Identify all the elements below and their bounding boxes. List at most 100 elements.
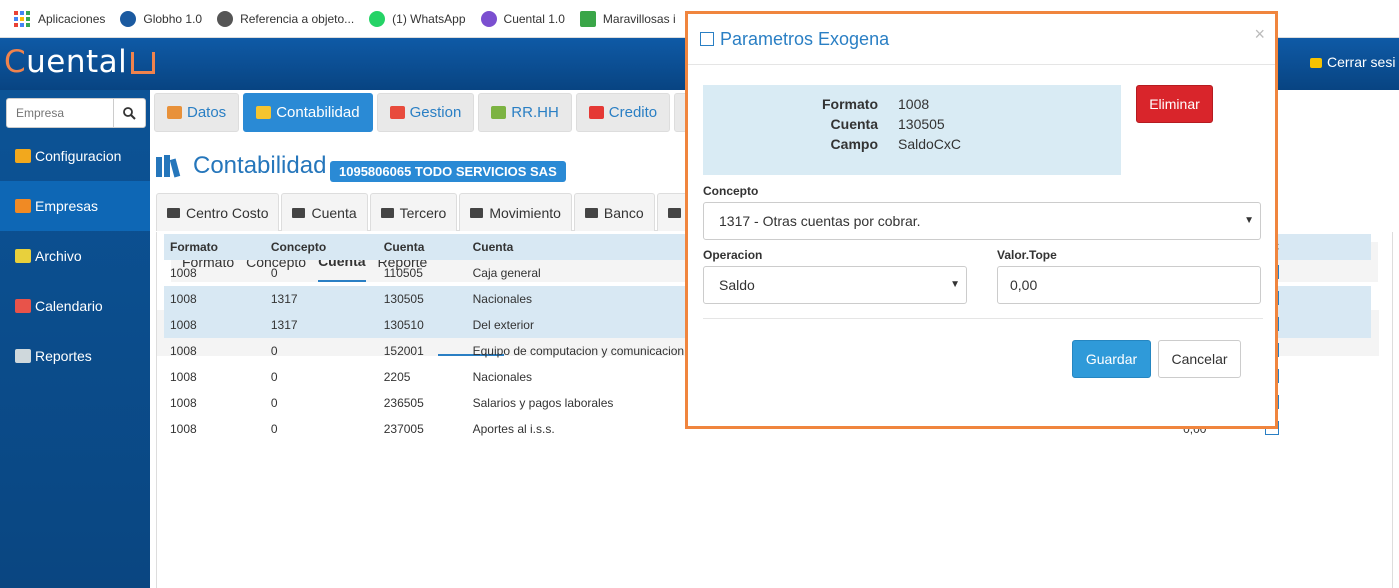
subtab-tercero[interactable]: Tercero [369,193,458,231]
cell-cuenta: 130510 [377,312,467,338]
bookmark-item[interactable]: Cuental 1.0 [480,10,565,27]
bookmark-item[interactable]: Maravillosas i [579,10,676,27]
col-cuenta: Cuenta [377,234,467,260]
books-icon [156,155,184,178]
tab-rr.hh[interactable]: RR.HH [478,93,572,132]
money-icon [584,207,598,218]
bar-chart-icon [15,199,31,213]
people-icon [491,106,507,119]
cell-concepto: 1317 [264,286,378,312]
concepto-selected-value: 1317 - Otras cuentas por cobrar. [719,213,921,229]
checkbox-edit-icon [700,32,714,46]
grid-icon [470,207,484,218]
concepto-select[interactable]: 1317 - Otras cuentas por cobrar. ▼ [703,202,1261,240]
cell-cuenta: 236505 [383,396,424,410]
company-badge: 1095806065 TODO SERVICIOS SAS [330,161,566,182]
page-title-text: Contabilidad [193,152,327,179]
sidebar-item-label: Archivo [35,248,82,264]
logo-house-icon [131,52,156,74]
cell-concepto: 0 [270,396,278,410]
sitemap-icon [167,207,180,218]
modal-header: Parametros Exogena × [688,14,1275,65]
parametros-exogena-modal: Parametros Exogena × Formato 1008 Cuenta… [685,11,1278,429]
book-icon [292,207,306,218]
blocks-icon [256,106,272,119]
delete-button[interactable]: Eliminar [1136,85,1213,123]
col-concepto: Concepto [264,234,378,260]
cell-formato: 1008 [170,266,197,280]
printer-icon [15,349,31,363]
page-title: Contabilidad [156,152,326,180]
cell-concepto: 1317 [264,312,378,338]
search-icon [123,106,136,120]
lock-icon [1310,58,1322,68]
bookmark-item[interactable]: Referencia a objeto... [217,10,355,27]
module-tabs: Datos Contabilidad Gestion RR.HH Credito [154,93,701,132]
sidebar-item-archivo[interactable]: Archivo [0,231,150,281]
logo-text: uental [26,44,128,80]
tab-label: Datos [187,104,227,121]
subtab-label: Movimiento [489,204,561,221]
tab-gestion[interactable]: Gestion [376,93,475,132]
globe-icon [217,10,234,27]
bookmark-label: Cuental 1.0 [503,11,565,26]
info-label: Cuenta [830,116,878,132]
tab-label: RR.HH [511,104,559,121]
app-logo[interactable]: Cuental [4,44,156,80]
bookmark-label: Globho 1.0 [143,11,203,26]
pencil-icon [167,106,182,119]
sidebar-item-reportes[interactable]: Reportes [0,331,150,381]
company-search-input[interactable] [7,99,113,127]
cell-formato: 1008 [164,286,265,312]
dropdown-arrow-icon: ▼ [950,279,960,290]
sub-tabs: Centro Costo Cuenta Tercero Movimiento Banco… [156,193,722,231]
px-icon [579,10,596,27]
subtab-label: Banco [603,204,644,221]
info-value: 1008 [898,96,930,112]
save-button[interactable]: Guardar [1072,340,1151,378]
sidebar-item-label: Reportes [35,348,92,364]
valor-tope-input[interactable]: 0,00 [997,266,1261,304]
logout-link[interactable]: Cerrar sesi [1310,54,1395,70]
tab-contabilidad[interactable]: Contabilidad [243,93,373,132]
bookmark-label: Aplicaciones [38,11,106,26]
subtab-movimiento[interactable]: Movimiento [459,193,572,231]
logout-label: Cerrar sesi [1327,54,1396,70]
sidebar-item-empresas[interactable]: Empresas [0,181,150,231]
sidebar: Configuracion Empresas Archivo Calendario Re… [0,90,150,588]
tab-label: Credito [608,104,658,121]
modal-divider [703,318,1263,319]
search-button[interactable] [113,99,145,127]
cell-formato: 1008 [170,396,197,410]
bookmark-item[interactable]: Globho 1.0 [120,10,203,27]
info-label: Campo [830,136,878,152]
cubes-icon [389,106,405,119]
users-icon [380,207,394,218]
close-icon[interactable]: × [1254,24,1265,45]
coins-icon [588,106,604,119]
info-value: SaldoCxC [898,136,962,152]
bookmark-item[interactable]: (1) WhatsApp [369,10,466,27]
sidebar-item-calendario[interactable]: Calendario [0,281,150,331]
cell-cuenta: 130505 [377,286,467,312]
folder-icon [15,249,31,263]
operacion-select[interactable]: Saldo ▼ [703,266,967,304]
cancel-button[interactable]: Cancelar [1158,340,1241,378]
tab-credito[interactable]: Credito [575,93,671,132]
sidebar-item-configuracion[interactable]: Configuracion [0,131,150,181]
operacion-label: Operacion [703,248,763,262]
subtab-cuenta[interactable]: Cuenta [281,193,368,231]
bell-icon [667,207,681,218]
apps-grid-icon [14,10,30,27]
bookmark-label: Referencia a objeto... [240,11,355,26]
cell-concepto: 0 [270,422,278,436]
bookmark-item[interactable]: Aplicaciones [14,10,106,27]
whatsapp-icon [369,10,386,27]
info-box: Formato 1008 Cuenta 130505 Campo SaldoCx… [703,85,1121,175]
subtab-centro-costo[interactable]: Centro Costo [156,193,280,231]
subtab-banco[interactable]: Banco [573,193,655,231]
bookmark-label: (1) WhatsApp [392,11,466,26]
cell-formato: 1008 [170,422,197,436]
tab-datos[interactable]: Datos [154,93,240,132]
dropdown-arrow-icon: ▼ [1244,215,1254,226]
